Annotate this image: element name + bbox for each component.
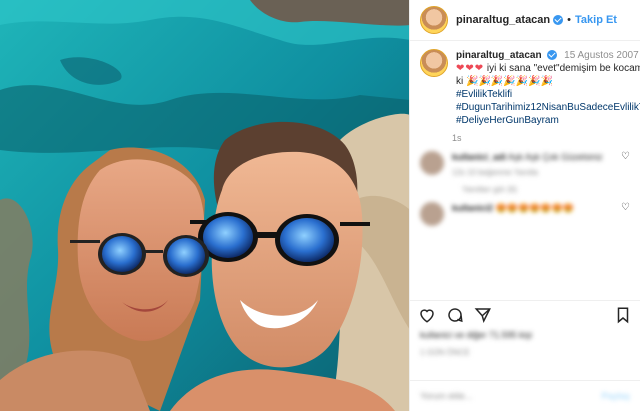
- view-replies-link[interactable]: Yanıtları gör (6): [410, 179, 640, 194]
- share-paper-plane-icon[interactable]: [474, 306, 492, 324]
- avatar[interactable]: [420, 6, 448, 34]
- caption-time: 1s: [452, 133, 462, 143]
- comment-meta: 12s 10 beğenme Yanıtla: [452, 168, 538, 177]
- hearts-emoji: ❤❤❤: [456, 63, 485, 74]
- hashtag-duguntarihimiz[interactable]: #DugunTarihimiz12NisanBuSadeceEvlilikTek…: [456, 101, 640, 114]
- comment-body: kullanici_adi Aşk Aşk Çok Güzelsiniz 12s…: [452, 151, 612, 179]
- bookmark-icon[interactable]: [614, 306, 632, 324]
- separator-dot: •: [567, 14, 571, 26]
- post-photo-image: [0, 0, 409, 411]
- instagram-post-frame: pinaraltug_atacan • Takip Et pinaraltug_…: [0, 0, 640, 411]
- follow-button[interactable]: Takip Et: [575, 14, 617, 26]
- comment-like-heart-icon[interactable]: ♡: [621, 202, 630, 213]
- post-sidebar: pinaraltug_atacan • Takip Et pinaraltug_…: [409, 0, 640, 411]
- comment-avatar[interactable]: [420, 202, 444, 226]
- add-comment-input[interactable]: Yorum ekle...: [420, 391, 472, 401]
- hashtag-evlilikteklifi[interactable]: #EvlilikTeklifi: [456, 88, 640, 101]
- comment-body: kullanici2 😍😍😍😍😍😍😍: [452, 202, 612, 214]
- like-heart-icon[interactable]: [418, 306, 436, 324]
- comment-username[interactable]: kullanici_adi: [452, 152, 506, 162]
- caption-avatar[interactable]: [420, 49, 448, 77]
- add-comment-bar: Yorum ekle... Paylaş: [410, 380, 640, 411]
- comment-bubble-icon[interactable]: [446, 306, 464, 324]
- comment-1: kullanici_adi Aşk Aşk Çok Güzelsiniz 12s…: [410, 143, 640, 179]
- comment-text: Aşk Aşk Çok Güzelsiniz: [508, 152, 603, 162]
- post-action-bar: [410, 300, 640, 328]
- comment-2: kullanici2 😍😍😍😍😍😍😍 ♡: [410, 194, 640, 226]
- post-header: pinaraltug_atacan • Takip Et: [410, 0, 640, 41]
- likes-count[interactable]: kullanici ve diğer 71.595 kişi: [420, 330, 532, 340]
- comment-like-heart-icon[interactable]: ♡: [621, 151, 630, 162]
- post-caption: pinaraltug_atacan 15 Agustos 2007 ❤❤❤ iy…: [410, 41, 640, 127]
- post-age: 1 GÜN ÖNCE: [420, 348, 470, 357]
- header-username[interactable]: pinaraltug_atacan: [456, 14, 550, 26]
- comment-text: 😍😍😍😍😍😍😍: [495, 203, 574, 213]
- hashtag-deliyehergunbayram[interactable]: #DeliyeHerGunBayram: [456, 114, 640, 127]
- party-emojis: 🎉🎉🎉🎉🎉🎉🎉: [466, 76, 554, 87]
- caption-verified-icon: [547, 50, 558, 61]
- caption-text-block: pinaraltug_atacan 15 Agustos 2007 ❤❤❤ iy…: [456, 49, 640, 127]
- post-date: 15 Agustos 2007: [564, 50, 639, 61]
- comment-username[interactable]: kullanici2: [452, 203, 493, 213]
- verified-icon: [553, 15, 564, 25]
- comment-avatar[interactable]: [420, 151, 444, 175]
- caption-username[interactable]: pinaraltug_atacan: [456, 50, 542, 61]
- post-photo[interactable]: [0, 0, 409, 411]
- post-comment-button[interactable]: Paylaş: [601, 391, 630, 401]
